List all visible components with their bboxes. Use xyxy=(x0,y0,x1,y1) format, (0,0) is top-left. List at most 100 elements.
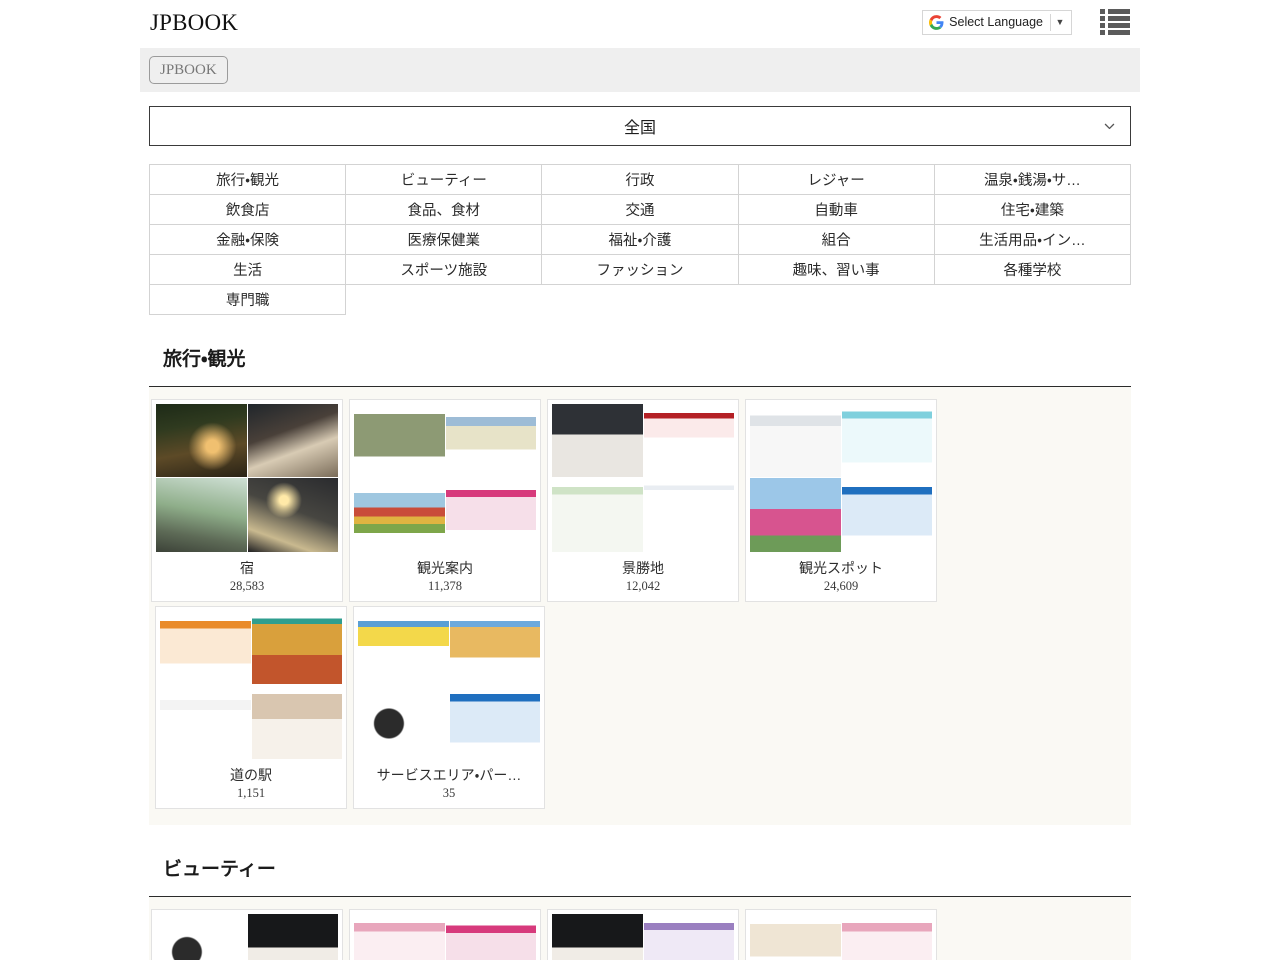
thumbnail-tile xyxy=(750,478,841,552)
thumbnail-image xyxy=(644,404,735,478)
thumbnail-tile xyxy=(248,478,339,552)
thumbnail-tile xyxy=(446,404,537,478)
card-count: 28,583 xyxy=(156,577,338,601)
thumbnail-image xyxy=(160,611,251,685)
header-right: Select Language ▼ xyxy=(922,9,1130,35)
card-label: 宿 xyxy=(156,552,338,577)
category-card[interactable]: 景勝地12,042 xyxy=(547,399,739,602)
category-cell[interactable]: 交通 xyxy=(542,195,738,225)
card-label: 観光案内 xyxy=(354,552,536,577)
card-count: 1,151 xyxy=(160,784,342,808)
category-cell[interactable]: 生活用品・イン… xyxy=(934,225,1130,255)
category-cell[interactable]: ビューティー xyxy=(346,165,542,195)
category-cell[interactable]: 福祉・介護 xyxy=(542,225,738,255)
category-table-wrap: 旅行・観光ビューティー行政レジャー温泉・銭湯・サ…飲食店食品、食材交通自動車住宅… xyxy=(140,164,1140,315)
thumbnail-tile xyxy=(552,914,643,960)
region-select-wrap: 全国 xyxy=(140,106,1140,146)
thumbnail-image xyxy=(842,914,933,960)
category-cell-empty xyxy=(738,285,934,315)
card-count: 35 xyxy=(358,784,540,808)
category-cell[interactable]: 温泉・銭湯・サ… xyxy=(934,165,1130,195)
category-cell[interactable]: 専門職 xyxy=(150,285,346,315)
category-card[interactable]: 観光スポット24,609 xyxy=(745,399,937,602)
category-cell[interactable]: 生活 xyxy=(150,255,346,285)
section-title: ビューティー xyxy=(163,859,1131,882)
region-select-value: 全国 xyxy=(624,114,656,138)
thumbnail-tile xyxy=(160,685,251,759)
thumbnail-image xyxy=(354,914,445,960)
thumbnail-image xyxy=(252,685,343,759)
card-thumbnail xyxy=(750,914,932,960)
category-cell-empty xyxy=(346,285,542,315)
category-row: 生活スポーツ施設ファッション趣味、習い事各種学校 xyxy=(150,255,1131,285)
thumbnail-image xyxy=(358,685,449,759)
card-thumbnail xyxy=(160,611,342,759)
google-g-icon xyxy=(929,15,944,30)
card-label: 景勝地 xyxy=(552,552,734,577)
category-card[interactable] xyxy=(349,909,541,960)
category-card[interactable] xyxy=(547,909,739,960)
category-cell[interactable]: レジャー xyxy=(738,165,934,195)
category-cell[interactable]: 飲食店 xyxy=(150,195,346,225)
page-root: JPBOOK Select Language ▼ xyxy=(0,0,1280,960)
card-label: 道の駅 xyxy=(160,759,342,784)
category-cell[interactable]: 医療保健業 xyxy=(346,225,542,255)
thumbnail-image xyxy=(156,478,247,552)
category-card[interactable]: 道の駅1,151 xyxy=(155,606,347,809)
thumbnail-tile xyxy=(252,611,343,685)
category-card[interactable]: サービスエリア・パー…35 xyxy=(353,606,545,809)
category-cell[interactable]: 住宅・建築 xyxy=(934,195,1130,225)
thumbnail-tile xyxy=(354,914,445,960)
card-thumbnail xyxy=(750,404,932,552)
thumbnail-tile xyxy=(552,404,643,478)
card-label: 観光スポット xyxy=(750,552,932,577)
category-card[interactable]: 観光案内11,378 xyxy=(349,399,541,602)
category-cell[interactable]: 各種学校 xyxy=(934,255,1130,285)
card-label: サービスエリア・パー… xyxy=(358,759,540,784)
thumbnail-image xyxy=(156,914,247,960)
thumbnail-tile xyxy=(354,478,445,552)
thumbnail-image xyxy=(446,914,537,960)
translate-label: Select Language xyxy=(949,15,1050,29)
category-card[interactable]: 宿28,583 xyxy=(151,399,343,602)
thumbnail-tile xyxy=(358,611,449,685)
category-cell[interactable]: 行政 xyxy=(542,165,738,195)
site-logo[interactable]: JPBOOK xyxy=(150,11,238,34)
category-card[interactable] xyxy=(745,909,937,960)
thumbnail-image xyxy=(248,404,339,478)
thumbnail-image xyxy=(160,685,251,759)
thumbnail-tile xyxy=(156,478,247,552)
category-cell[interactable]: 金融・保険 xyxy=(150,225,346,255)
thumbnail-tile xyxy=(160,611,251,685)
category-cell[interactable]: スポーツ施設 xyxy=(346,255,542,285)
card-thumbnail xyxy=(552,404,734,552)
thumbnail-image xyxy=(552,404,643,478)
category-table: 旅行・観光ビューティー行政レジャー温泉・銭湯・サ…飲食店食品、食材交通自動車住宅… xyxy=(149,164,1131,315)
category-cell[interactable]: ファッション xyxy=(542,255,738,285)
thumbnail-image xyxy=(248,914,339,960)
thumbnail-image xyxy=(248,478,339,552)
section-title: 旅行・観光 xyxy=(163,349,1131,372)
category-cell[interactable]: 組合 xyxy=(738,225,934,255)
category-cell[interactable]: 食品、食材 xyxy=(346,195,542,225)
region-select[interactable]: 全国 xyxy=(149,106,1131,146)
category-cell[interactable]: 趣味、習い事 xyxy=(738,255,934,285)
category-card[interactable] xyxy=(151,909,343,960)
breadcrumb-item-jpbook[interactable]: JPBOOK xyxy=(149,56,228,84)
thumbnail-tile xyxy=(252,685,343,759)
thumbnail-image xyxy=(450,611,541,685)
category-cell[interactable]: 自動車 xyxy=(738,195,934,225)
thumbnail-image xyxy=(644,478,735,552)
card-thumbnail xyxy=(354,404,536,552)
category-row: 専門職 xyxy=(150,285,1131,315)
list-menu-icon[interactable] xyxy=(1100,9,1130,35)
category-cell[interactable]: 旅行・観光 xyxy=(150,165,346,195)
google-translate-widget[interactable]: Select Language ▼ xyxy=(922,10,1072,35)
thumbnail-tile xyxy=(644,914,735,960)
thumbnail-tile xyxy=(446,478,537,552)
thumbnail-image xyxy=(354,478,445,552)
thumbnail-tile xyxy=(450,611,541,685)
category-row: 旅行・観光ビューティー行政レジャー温泉・銭湯・サ… xyxy=(150,165,1131,195)
thumbnail-image xyxy=(446,478,537,552)
chevron-down-icon[interactable]: ▼ xyxy=(1051,18,1069,27)
